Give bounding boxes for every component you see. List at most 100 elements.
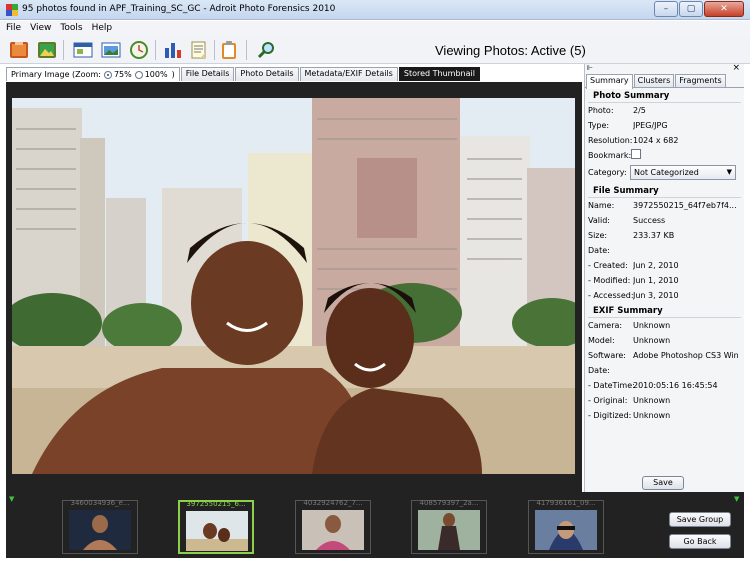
photo-summary-heading: Photo Summary — [588, 88, 741, 103]
image-viewer[interactable] — [6, 82, 582, 492]
folder-icon[interactable] — [8, 39, 30, 61]
digitized-row: - Digitized: Unknown — [585, 408, 744, 423]
thumbnail-caption: 417936161_09... — [536, 499, 596, 507]
tab-file-details[interactable]: File Details — [180, 67, 235, 81]
toolbar — [0, 36, 750, 64]
resolution-row: Resolution: 1024 x 682 — [585, 133, 744, 148]
window-controls: – ▢ ✕ — [653, 1, 744, 17]
clipboard-icon[interactable] — [218, 39, 240, 61]
menu-help[interactable]: Help — [86, 21, 116, 33]
accessed-value: Jun 3, 2010 — [633, 291, 679, 300]
tab-fragments[interactable]: Fragments — [675, 74, 726, 87]
thumbnail-image — [186, 511, 248, 551]
search-icon[interactable] — [256, 39, 278, 61]
menu-tools[interactable]: Tools — [54, 21, 85, 33]
photo-row: Photo: 2/5 — [585, 103, 744, 118]
zoom-100-radio[interactable] — [134, 70, 143, 79]
photo-key: Photo: — [588, 106, 614, 115]
valid-row: Valid: Success — [585, 213, 744, 228]
photo-icon[interactable] — [36, 39, 58, 61]
created-key: - Created: — [588, 261, 628, 270]
notes-icon[interactable] — [188, 39, 210, 61]
thumbnail[interactable]: 3460034936_e... — [62, 499, 138, 554]
modified-value: Jun 1, 2010 — [633, 276, 679, 285]
thumbnail-image — [69, 510, 131, 550]
name-value: 3972550215_64f7eb7f4... — [633, 201, 737, 210]
size-row: Size: 233.37 KB — [585, 228, 744, 243]
panel-close-icon[interactable]: × — [732, 63, 740, 73]
camera-key: Camera: — [588, 321, 623, 330]
valid-key: Valid: — [588, 216, 610, 225]
bookmark-checkbox[interactable] — [631, 149, 641, 159]
thumbnail-image — [418, 510, 480, 550]
file-summary-heading: File Summary — [588, 183, 741, 198]
toolbar-separator — [63, 40, 64, 60]
valid-value: Success — [633, 216, 666, 225]
menu-file[interactable]: File — [0, 21, 24, 33]
camera-value: Unknown — [633, 321, 671, 330]
panel-header: ⊩ × — [585, 63, 744, 74]
software-key: Software: — [588, 351, 626, 360]
filmstrip-right-marker: ▼ — [734, 495, 740, 503]
thumbnail-selected[interactable]: 3972550215_6... — [178, 500, 254, 554]
image-tab-strip: Primary Image (Zoom: 75% 100% ) File Det… — [6, 67, 480, 81]
menu-view[interactable]: View — [24, 21, 54, 33]
tab-photo-details[interactable]: Photo Details — [235, 67, 299, 81]
close-button[interactable]: ✕ — [704, 1, 744, 17]
primary-photo — [12, 98, 575, 474]
maximize-button[interactable]: ▢ — [679, 1, 703, 17]
tab-summary[interactable]: Summary — [586, 74, 633, 89]
viewing-photos-label: Viewing Photos: Active (5) — [435, 43, 586, 58]
image-window-icon[interactable] — [100, 39, 122, 61]
title-bar: 95 photos found in APF_Training_SC_GC - … — [0, 0, 750, 20]
category-select[interactable]: Not Categorized ▼ — [630, 165, 736, 180]
zoom-100-label: 100% — [144, 70, 168, 79]
category-row: Category: Not Categorized ▼ — [585, 165, 744, 183]
software-value: Adobe Photoshop CS3 Win... — [633, 351, 738, 360]
save-button[interactable]: Save — [642, 476, 684, 490]
chevron-down-icon: ▼ — [726, 168, 732, 176]
thumbnail-caption: 408579397_2a... — [419, 499, 479, 507]
name-row: Name: 3972550215_64f7eb7f4... — [585, 198, 744, 213]
modified-key: - Modified: — [588, 276, 631, 285]
exif-summary-heading: EXIF Summary — [588, 303, 741, 318]
type-key: Type: — [588, 121, 610, 130]
tab-clusters[interactable]: Clusters — [633, 74, 675, 87]
model-key: Model: — [588, 336, 615, 345]
exif-date-row: Date: — [585, 363, 744, 378]
summary-panel: ⊩ × Summary Clusters Fragments Photo Sum… — [584, 63, 744, 492]
type-row: Type: JPEG/JPG — [585, 118, 744, 133]
thumbnail[interactable]: 417936161_09... — [528, 499, 604, 554]
camera-row: Camera: Unknown — [585, 318, 744, 333]
bar-chart-icon[interactable] — [162, 39, 184, 61]
pin-icon[interactable]: ⊩ — [587, 64, 593, 72]
created-value: Jun 2, 2010 — [633, 261, 679, 270]
datetime-key: - DateTime: — [588, 381, 635, 390]
photo-value: 2/5 — [633, 106, 646, 115]
original-value: Unknown — [633, 396, 671, 405]
beach-photo-illustration — [12, 98, 575, 474]
tab-stored-thumbnail[interactable]: Stored Thumbnail — [398, 67, 480, 81]
toolbar-separator — [246, 40, 247, 60]
tab-primary-image[interactable]: Primary Image (Zoom: 75% 100% ) — [6, 67, 180, 81]
panel-tabs: Summary Clusters Fragments — [585, 74, 744, 89]
size-key: Size: — [588, 231, 608, 240]
clock-icon[interactable] — [128, 39, 150, 61]
window-icon[interactable] — [72, 39, 94, 61]
model-value: Unknown — [633, 336, 671, 345]
thumbnail-caption: 3460034936_e... — [70, 499, 130, 507]
zoom-75-radio[interactable] — [103, 70, 112, 79]
app-icon — [6, 4, 18, 16]
thumbnail[interactable]: 408579397_2a... — [411, 499, 487, 554]
thumbnail[interactable]: 4032924762_7... — [295, 499, 371, 554]
tab-metadata-exif-details[interactable]: Metadata/EXIF Details — [299, 67, 398, 81]
save-group-button[interactable]: Save Group — [669, 512, 731, 527]
thumbnail-caption: 4032924762_7... — [303, 499, 363, 507]
minimize-button[interactable]: – — [654, 1, 678, 17]
thumbnail-caption: 3972550215_6... — [186, 500, 246, 508]
go-back-button[interactable]: Go Back — [669, 534, 731, 549]
name-key: Name: — [588, 201, 615, 210]
file-date-row: Date: — [585, 243, 744, 258]
original-row: - Original: Unknown — [585, 393, 744, 408]
datetime-row: - DateTime: 2010:05:16 16:45:54 — [585, 378, 744, 393]
